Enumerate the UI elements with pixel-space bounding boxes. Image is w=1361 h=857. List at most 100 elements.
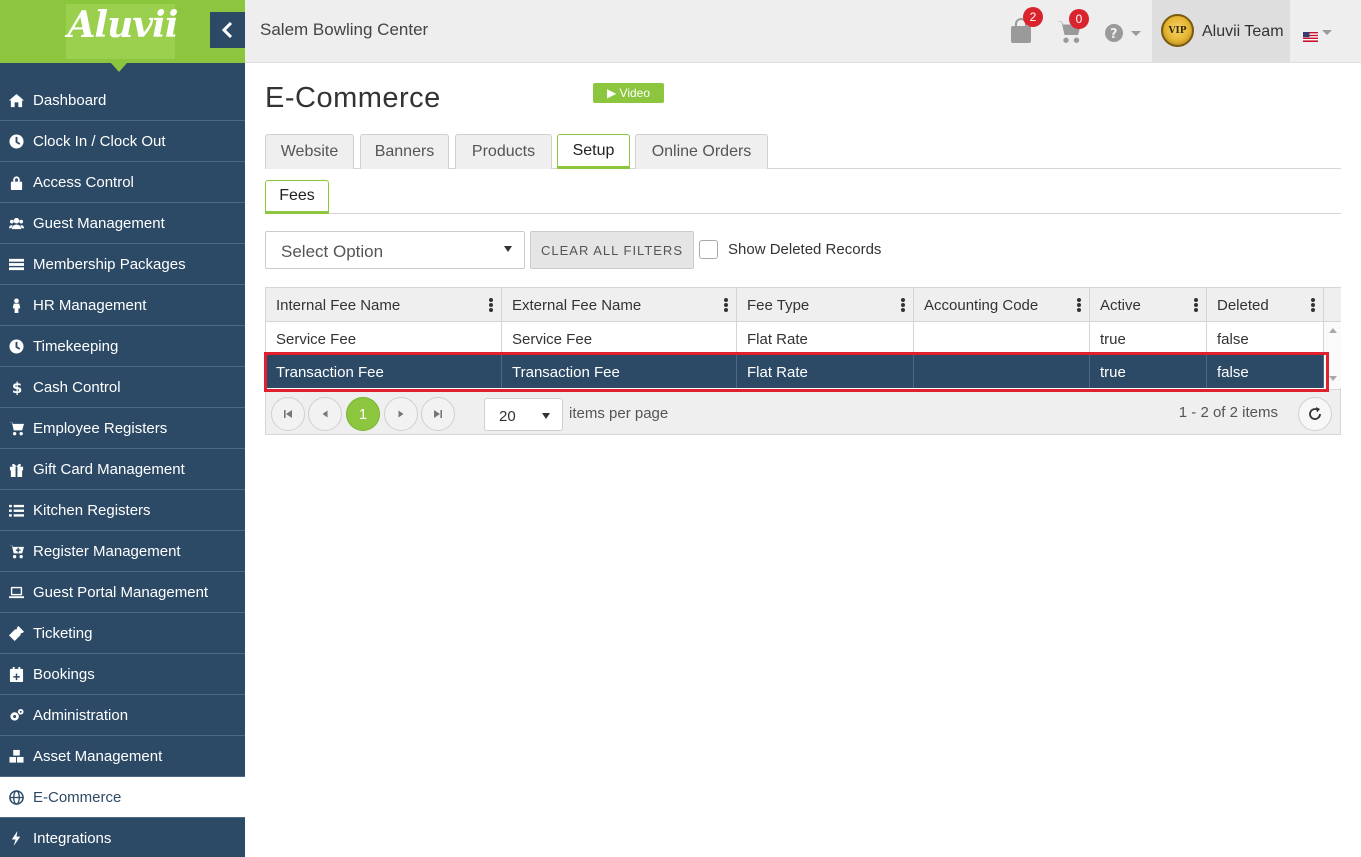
sidebar-item-hr-management[interactable]: HR Management (0, 285, 245, 326)
language-caret-icon[interactable] (1322, 27, 1332, 37)
sidebar-item-cash-control[interactable]: $ Cash Control (0, 367, 245, 408)
column-header-accounting-code[interactable]: Accounting Code (914, 288, 1090, 322)
tab-banners[interactable]: Banners (360, 134, 449, 169)
next-page-button[interactable] (384, 397, 418, 431)
gift-icon (0, 462, 33, 477)
bag-count-badge: 2 (1023, 7, 1043, 27)
items-per-page-label: items per page (569, 405, 669, 422)
sidebar-item-access-control[interactable]: Access Control (0, 162, 245, 203)
sidebar-item-employee-registers[interactable]: Employee Registers (0, 408, 245, 449)
column-header-fee-type[interactable]: Fee Type (737, 288, 914, 322)
main-tabs: Website Banners Products Setup Online Or… (265, 134, 1341, 169)
column-menu-icon[interactable] (901, 298, 905, 312)
sidebar-item-dashboard[interactable]: Dashboard (0, 80, 245, 121)
svg-text:$: $ (12, 380, 22, 395)
sidebar-item-gift-card-management[interactable]: Gift Card Management (0, 449, 245, 490)
tab-website[interactable]: Website (265, 134, 354, 169)
globe-icon (0, 789, 33, 805)
sidebar-item-administration[interactable]: Administration (0, 695, 245, 736)
cell-text: Transaction Fee (512, 364, 620, 381)
tab-products[interactable]: Products (455, 134, 552, 169)
scroll-up-arrow-icon[interactable] (1329, 328, 1337, 333)
sidebar-item-integrations[interactable]: Integrations (0, 818, 245, 857)
page-size-select[interactable]: 20 (484, 398, 563, 431)
sidebar-item-e-commerce[interactable]: E-Commerce (0, 777, 245, 818)
cart-button[interactable]: 0 (1056, 9, 1089, 48)
show-deleted-checkbox[interactable] (699, 240, 718, 259)
cell-external-fee-name: Transaction Fee (502, 355, 737, 388)
sidebar-item-label: Timekeeping (33, 337, 119, 355)
column-header-label: Deleted (1217, 297, 1269, 314)
cell-accounting-code (914, 355, 1090, 388)
video-button[interactable]: ▶ Video (593, 83, 664, 103)
sidebar-item-guest-management[interactable]: Guest Management (0, 203, 245, 244)
table-row[interactable]: Service Fee Service Fee Flat Rate true f… (266, 322, 1324, 355)
column-menu-icon[interactable] (724, 298, 728, 312)
refresh-button[interactable] (1298, 397, 1332, 431)
scroll-down-arrow-icon[interactable] (1329, 376, 1337, 381)
sidebar-item-label: Asset Management (33, 747, 163, 765)
column-menu-icon[interactable] (489, 298, 493, 312)
subtab-fees[interactable]: Fees (265, 180, 329, 214)
grid-vertical-scrollbar[interactable] (1324, 322, 1341, 388)
sidebar-item-label: Register Management (33, 542, 181, 560)
sidebar-item-membership-packages[interactable]: Membership Packages (0, 244, 245, 285)
bag-button[interactable]: 2 (1010, 7, 1043, 48)
setup-subtabs: Fees (265, 180, 1341, 214)
cell-text: Flat Rate (747, 364, 808, 381)
last-page-button[interactable] (421, 397, 455, 431)
sidebar-item-bookings[interactable]: Bookings (0, 654, 245, 695)
column-header-label: Active (1100, 297, 1141, 314)
user-name: Aluvii Team (1202, 23, 1284, 40)
avatar: VIP (1161, 14, 1194, 47)
caret-down-icon (504, 246, 512, 252)
logo-area: Aluvii (0, 0, 245, 63)
cubes-icon (0, 749, 33, 764)
clock-icon (0, 338, 33, 354)
us-flag-icon[interactable] (1303, 27, 1318, 42)
cell-text: true (1100, 331, 1126, 348)
grid-header: Internal Fee Name External Fee Name Fee … (266, 288, 1324, 322)
sidebar-item-timekeeping[interactable]: Timekeeping (0, 326, 245, 367)
chevron-left-icon (221, 22, 232, 38)
sidebar-item-asset-management[interactable]: Asset Management (0, 736, 245, 777)
grid-pager: 1 20 items per page 1 - 2 of 2 items (266, 389, 1340, 434)
sidebar-nav: Dashboard Clock In / Clock Out Access Co… (0, 80, 245, 857)
column-header-internal-fee-name[interactable]: Internal Fee Name (266, 288, 502, 322)
sidebar-item-kitchen-registers[interactable]: Kitchen Registers (0, 490, 245, 531)
help-menu-button[interactable]: ? (1104, 23, 1142, 47)
column-header-label: Accounting Code (924, 297, 1039, 314)
column-header-deleted[interactable]: Deleted (1207, 288, 1324, 322)
column-header-active[interactable]: Active (1090, 288, 1207, 322)
column-menu-icon[interactable] (1077, 298, 1081, 312)
caret-down-icon (542, 413, 550, 419)
user-menu[interactable]: VIP Aluvii Team (1152, 0, 1290, 63)
column-header-label: Internal Fee Name (276, 297, 401, 314)
page-size-value: 20 (499, 408, 516, 425)
collapse-sidebar-button[interactable] (210, 12, 245, 48)
column-header-external-fee-name[interactable]: External Fee Name (502, 288, 737, 322)
current-page-button[interactable]: 1 (346, 397, 380, 431)
cell-fee-type: Flat Rate (737, 355, 914, 388)
sidebar-item-guest-portal-management[interactable]: Guest Portal Management (0, 572, 245, 613)
sidebar-item-label: Administration (33, 706, 129, 724)
column-menu-icon[interactable] (1194, 298, 1198, 312)
center-name: Salem Bowling Center (260, 20, 429, 39)
calendar-plus-icon (0, 666, 33, 682)
logo[interactable]: Aluvii (0, 4, 245, 46)
sidebar-item-clock-in-out[interactable]: Clock In / Clock Out (0, 121, 245, 162)
tab-setup[interactable]: Setup (557, 134, 630, 169)
column-menu-icon[interactable] (1311, 298, 1315, 312)
sidebar-item-register-management[interactable]: Register Management (0, 531, 245, 572)
cell-text: false (1217, 331, 1249, 348)
sidebar-item-ticketing[interactable]: Ticketing (0, 613, 245, 654)
previous-page-button[interactable] (308, 397, 342, 431)
refresh-icon (1309, 407, 1321, 420)
tab-online-orders[interactable]: Online Orders (635, 134, 768, 169)
clear-all-filters-button[interactable]: CLEAR ALL FILTERS (530, 231, 694, 269)
first-page-button[interactable] (271, 397, 305, 431)
svg-text:?: ? (1110, 27, 1118, 42)
table-row-selected[interactable]: Transaction Fee Transaction Fee Flat Rat… (266, 355, 1324, 388)
cart-icon (0, 421, 33, 436)
filter-select[interactable]: Select Option (265, 231, 525, 269)
